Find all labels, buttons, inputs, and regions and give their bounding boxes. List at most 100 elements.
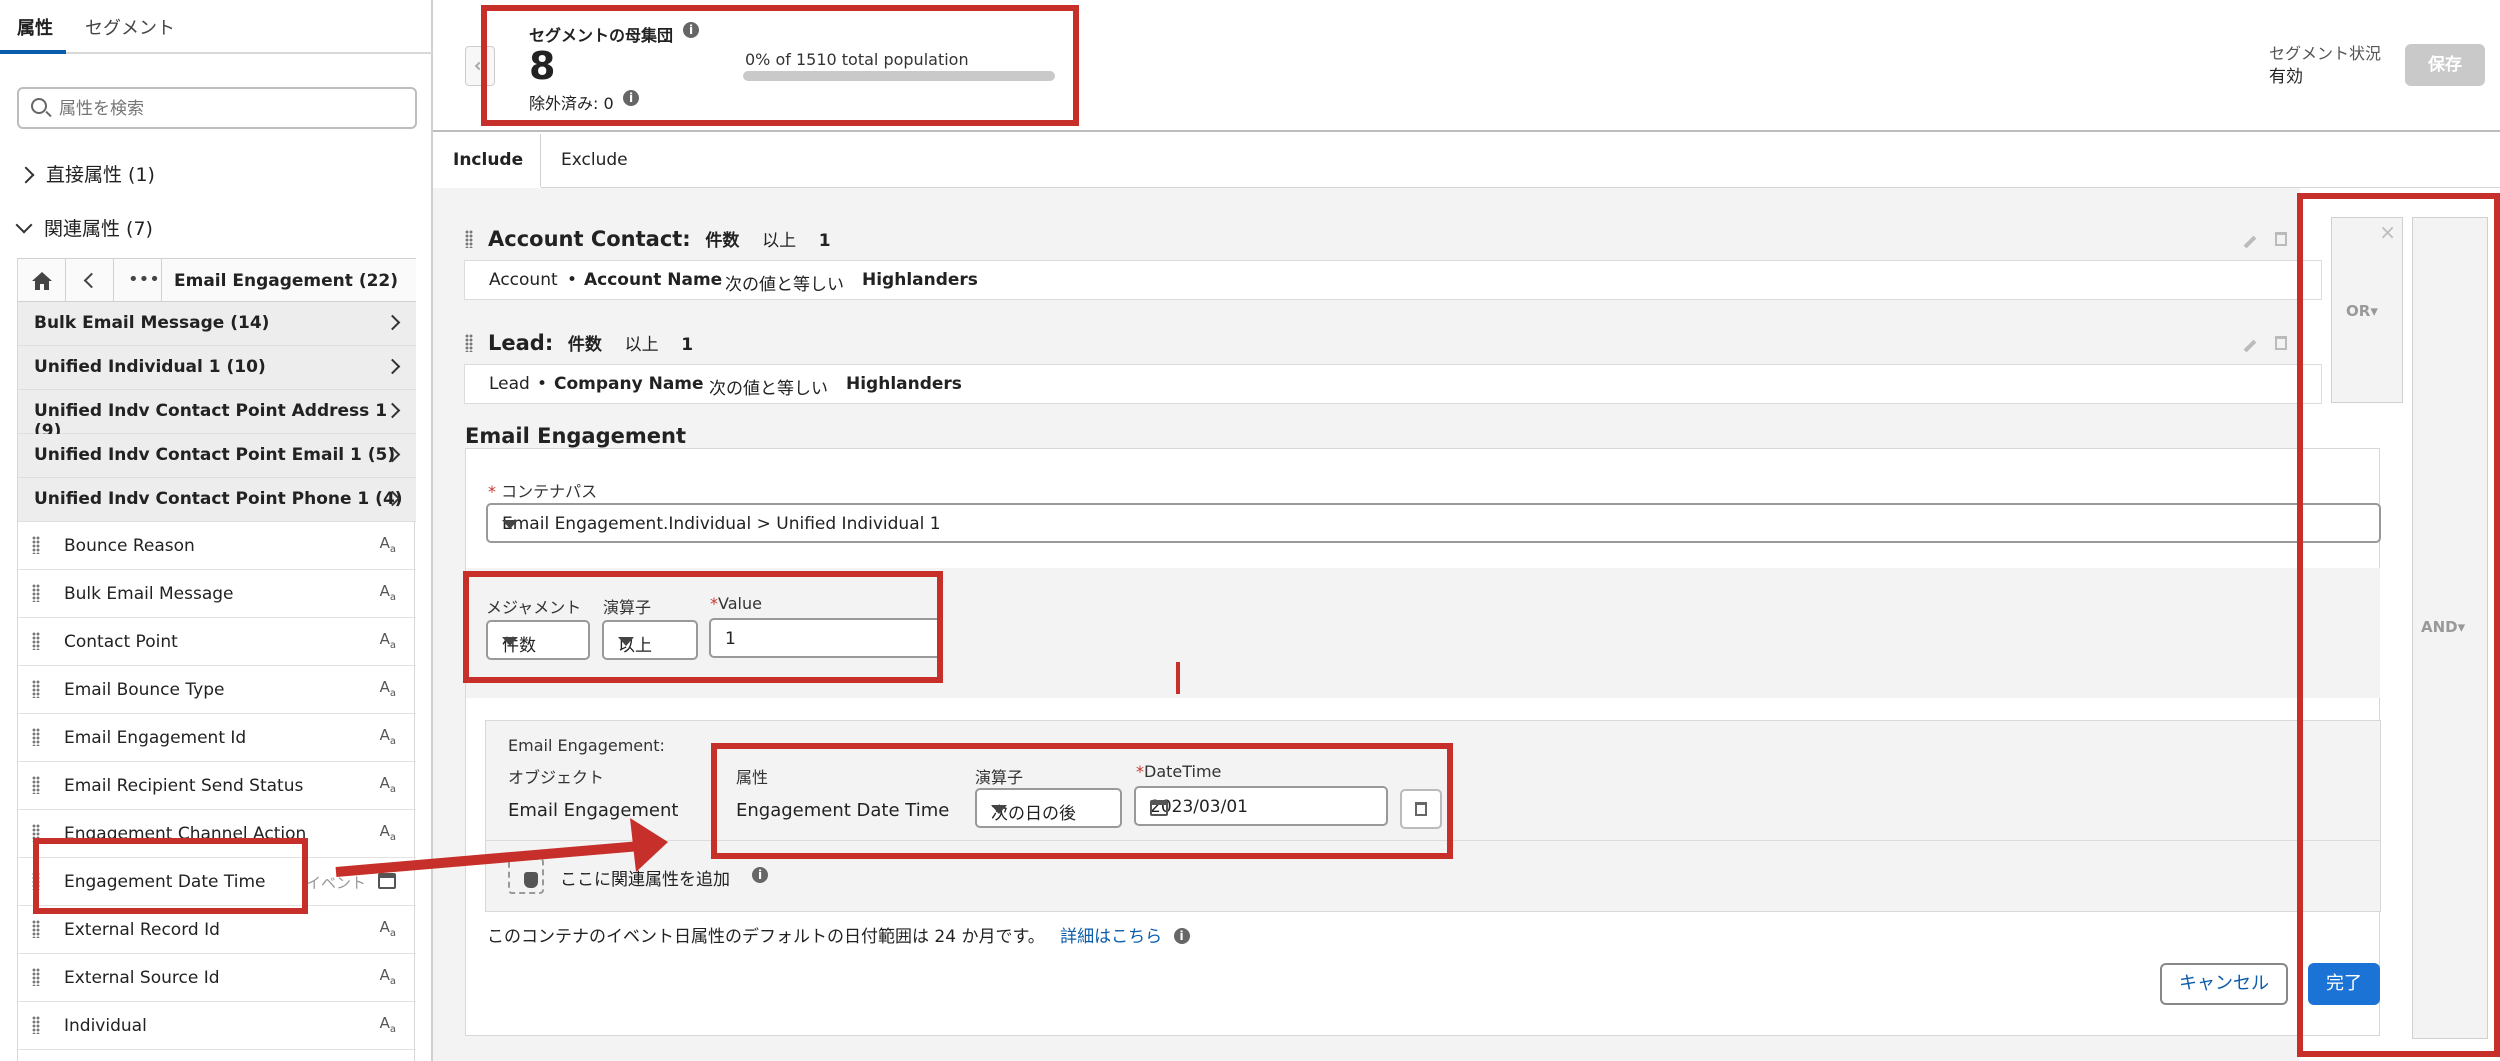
object-row[interactable]: Bulk Email Message (14) — [18, 302, 416, 346]
criterion-operator: 以上 — [624, 335, 659, 355]
object-label: Unified Indv Contact Point Phone 1 (4) — [34, 489, 403, 509]
attribute-label: Email Bounce Type — [64, 680, 225, 700]
object-row[interactable]: Unified Indv Contact Point Address 1 (9) — [18, 390, 416, 441]
direct-attributes-label: 直接属性 (1) — [46, 164, 155, 186]
criterion-operator: 以上 — [762, 231, 797, 251]
back-button[interactable] — [66, 259, 114, 303]
add-related-label: ここに関連属性を追加 — [560, 870, 730, 890]
drag-handle-icon[interactable] — [465, 230, 473, 248]
annotation-box-filter — [711, 743, 1453, 859]
drag-handle-icon — [32, 1016, 40, 1034]
segment-status-label: セグメント状況 — [2269, 44, 2382, 63]
search-input[interactable] — [59, 95, 409, 123]
attribute-item[interactable]: Email Engagement Id Aa — [18, 714, 416, 762]
include-exclude-tabs: Include Exclude — [433, 134, 2500, 188]
chevron-down-icon — [502, 520, 518, 529]
container-path-value: Email Engagement.Individual > Unified In… — [502, 514, 941, 534]
chevron-right-icon — [17, 166, 35, 184]
text-type-icon: Aa — [379, 822, 396, 843]
chevron-right-icon — [384, 314, 401, 331]
attribute-item[interactable]: Contact Point Aa — [18, 618, 416, 666]
text-type-icon: Aa — [379, 534, 396, 555]
drag-handle-icon — [32, 680, 40, 698]
text-type-icon: Aa — [379, 918, 396, 939]
attribute-label: External Source Id — [64, 968, 220, 988]
object-row[interactable]: Unified Indv Contact Point Phone 1 (4) — [18, 478, 416, 522]
attribute-list: ••• Email Engagement (22) Bulk Email Mes… — [17, 258, 416, 1061]
drag-handle-icon[interactable] — [465, 334, 473, 352]
criterion-entity: Account — [489, 270, 558, 290]
criterion-aggregate: 件数 — [705, 231, 740, 251]
object-row[interactable]: Unified Individual 1 (10) — [18, 346, 416, 390]
criterion-value: 1 — [681, 335, 694, 355]
calendar-icon — [378, 873, 396, 889]
drag-handle-icon — [32, 728, 40, 746]
tab-attributes[interactable]: 属性 — [17, 14, 53, 40]
attribute-item[interactable]: Bulk Email Message Aa — [18, 570, 416, 618]
cancel-button[interactable]: キャンセル — [2160, 963, 2288, 1005]
tab-include[interactable]: Include — [433, 134, 541, 188]
attribute-label: Email Recipient Send Status — [64, 776, 304, 796]
tab-segments[interactable]: セグメント — [85, 14, 175, 40]
criterion-entity: Lead — [489, 374, 530, 394]
direct-attributes-toggle[interactable]: 直接属性 (1) — [17, 160, 155, 187]
drag-handle-icon — [32, 920, 40, 938]
related-attributes-toggle[interactable]: 関連属性 (7) — [15, 214, 153, 241]
filter-header: Email Engagement: — [508, 736, 665, 755]
tab-exclude[interactable]: Exclude — [561, 150, 628, 170]
attribute-label: Email Engagement Id — [64, 728, 247, 748]
info-icon: i — [1173, 928, 1190, 944]
attribute-item[interactable]: Individual Aa — [18, 1002, 416, 1050]
delete-icon[interactable] — [2275, 336, 2287, 350]
footer-note: このコンテナのイベント日属性のデフォルトの日付範囲は 24 か月です。 詳細はこ… — [487, 922, 1190, 947]
related-attributes-label: 関連属性 (7) — [44, 218, 153, 240]
drag-handle-icon — [32, 776, 40, 794]
attribute-label: Individual — [64, 1016, 147, 1036]
criterion-header: Account Contact: 件数 以上 1 — [488, 226, 831, 251]
home-button[interactable] — [18, 259, 66, 303]
criterion-condition: 次の値と等しい — [709, 379, 828, 399]
annotation-box-measurement — [463, 571, 943, 683]
add-related-drop-zone[interactable] — [508, 858, 544, 894]
breadcrumb: ••• Email Engagement (22) — [18, 258, 416, 303]
save-button[interactable]: 保存 — [2405, 44, 2485, 86]
details-link[interactable]: 詳細はこちら — [1060, 927, 1162, 947]
attribute-item[interactable]: Email Bounce Type Aa — [18, 666, 416, 714]
text-type-icon: Aa — [379, 774, 396, 795]
annotation-box-logic — [2297, 193, 2500, 1057]
attribute-label: External Record Id — [64, 920, 220, 940]
sidebar-tabs: 属性 セグメント — [0, 0, 433, 54]
segment-status-value: 有効 — [2269, 67, 2303, 87]
criterion-detail[interactable]: Account • Account Name 次の値と等しい Highlande… — [464, 260, 2322, 300]
text-type-icon: Aa — [379, 726, 396, 747]
attribute-label: Bulk Email Message — [64, 584, 234, 604]
attribute-item[interactable]: External Source Id Aa — [18, 954, 416, 1002]
text-type-icon: Aa — [379, 630, 396, 651]
object-label: オブジェクト — [508, 768, 605, 787]
criterion-header: Lead: 件数 以上 1 — [488, 330, 693, 355]
criterion-match-value: Highlanders — [862, 270, 978, 290]
annotation-box-population — [481, 5, 1079, 126]
drag-handle-icon — [32, 632, 40, 650]
attribute-item[interactable]: Email Recipient Send Status Aa — [18, 762, 416, 810]
criterion-match-value: Highlanders — [846, 374, 962, 394]
info-icon: i — [752, 867, 768, 883]
ellipsis-icon: ••• — [128, 269, 160, 290]
search-icon — [31, 98, 47, 114]
container-path-label: * コンテナパス — [488, 482, 598, 501]
criterion-detail[interactable]: Lead • Company Name 次の値と等しい Highlanders — [464, 364, 2322, 404]
more-button[interactable]: ••• — [114, 259, 162, 303]
breadcrumb-current: Email Engagement (22) — [174, 271, 399, 291]
criterion-aggregate: 件数 — [567, 335, 602, 355]
chevron-left-icon — [83, 272, 100, 289]
delete-icon[interactable] — [2275, 232, 2287, 246]
chevron-down-icon — [15, 216, 33, 234]
text-type-icon: Aa — [379, 678, 396, 699]
object-row[interactable]: Unified Indv Contact Point Email 1 (5) — [18, 434, 416, 478]
home-icon — [32, 272, 52, 290]
criterion-field: Account Name — [584, 270, 723, 290]
container-path-select[interactable]: Email Engagement.Individual > Unified In… — [486, 503, 2381, 543]
text-type-icon: Aa — [379, 1014, 396, 1035]
attribute-item[interactable]: Bounce Reason Aa — [18, 522, 416, 570]
attribute-search[interactable] — [17, 87, 417, 129]
